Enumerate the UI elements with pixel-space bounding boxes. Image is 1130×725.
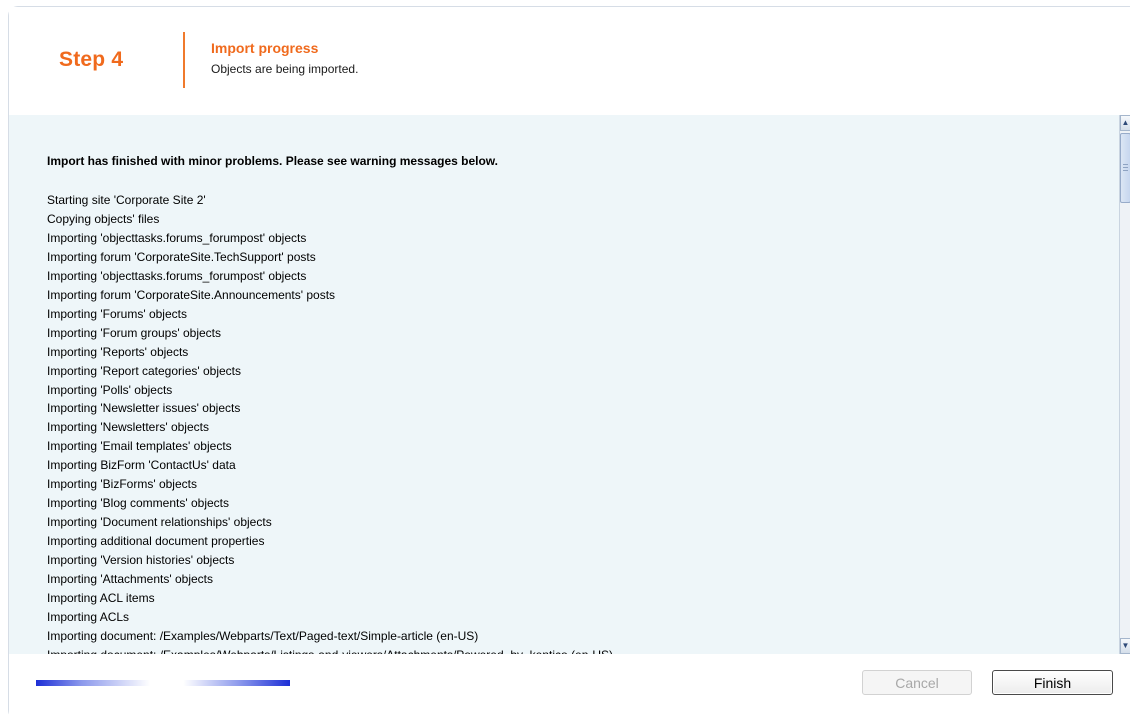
log-line: Copying objects' files xyxy=(47,211,160,226)
log-line: Importing 'Polls' objects xyxy=(47,382,173,397)
page-subtitle: Objects are being imported. xyxy=(211,62,359,76)
log-line: Importing 'objecttasks.forums_forumpost'… xyxy=(47,268,307,283)
log-line: Importing additional document properties xyxy=(47,534,265,549)
log-line: Importing forum 'CorporateSite.TechSuppo… xyxy=(47,249,316,264)
log-lines: Starting site 'Corporate Site 2' Copying… xyxy=(47,191,1107,654)
log-line: Importing 'Forum groups' objects xyxy=(47,325,221,340)
log-line: Importing 'Blog comments' objects xyxy=(47,496,229,511)
log-line: Importing 'Newsletters' objects xyxy=(47,420,209,435)
log-line: Importing document: /Examples/Webparts/T… xyxy=(47,628,479,643)
log-line: Importing 'Version histories' objects xyxy=(47,553,235,568)
step-title: Step 4 xyxy=(59,48,124,71)
grip-line xyxy=(1123,164,1128,165)
scroll-thumb[interactable] xyxy=(1120,133,1130,203)
page-title: Import progress xyxy=(211,40,319,56)
log-line: Importing forum 'CorporateSite.Announcem… xyxy=(47,287,336,302)
grip-line xyxy=(1123,167,1128,168)
log-line: Importing 'BizForms' objects xyxy=(47,477,197,492)
cancel-button[interactable]: Cancel xyxy=(862,670,972,695)
import-summary: Import has finished with minor problems.… xyxy=(47,154,499,168)
log-line: Importing ACL items xyxy=(47,591,155,606)
scroll-down-arrow-icon[interactable]: ▼ xyxy=(1120,638,1130,654)
log-line: Importing 'Report categories' objects xyxy=(47,363,242,378)
log-scrollbar[interactable]: ▲ ▼ xyxy=(1119,115,1130,654)
import-log-content: Import has finished with minor problems.… xyxy=(47,154,1107,654)
scroll-up-arrow-icon[interactable]: ▲ xyxy=(1120,115,1130,131)
import-log-panel[interactable]: Import has finished with minor problems.… xyxy=(9,115,1119,654)
log-line: Importing BizForm 'ContactUs' data xyxy=(47,458,236,473)
import-progress-bar xyxy=(36,680,290,686)
log-line: Starting site 'Corporate Site 2' xyxy=(47,193,206,207)
log-line: Importing 'Forums' objects xyxy=(47,306,187,321)
log-line: Importing 'Reports' objects xyxy=(47,344,189,359)
log-line: Importing 'Attachments' objects xyxy=(47,572,213,587)
log-line: Importing document: /Examples/Webparts/L… xyxy=(47,646,1107,654)
log-line: Importing ACLs xyxy=(47,609,130,624)
log-line: Importing 'Newsletter issues' objects xyxy=(47,401,241,416)
log-line: Importing 'Email templates' objects xyxy=(47,439,232,454)
header-divider xyxy=(183,32,185,88)
finish-button[interactable]: Finish xyxy=(992,670,1113,695)
wizard-footer: Cancel Finish xyxy=(9,654,1130,720)
wizard-header: Step 4 Import progress Objects are being… xyxy=(9,7,1130,115)
log-line: Importing 'objecttasks.forums_forumpost'… xyxy=(47,230,307,245)
grip-line xyxy=(1123,170,1128,171)
log-line: Importing 'Document relationships' objec… xyxy=(47,515,272,530)
